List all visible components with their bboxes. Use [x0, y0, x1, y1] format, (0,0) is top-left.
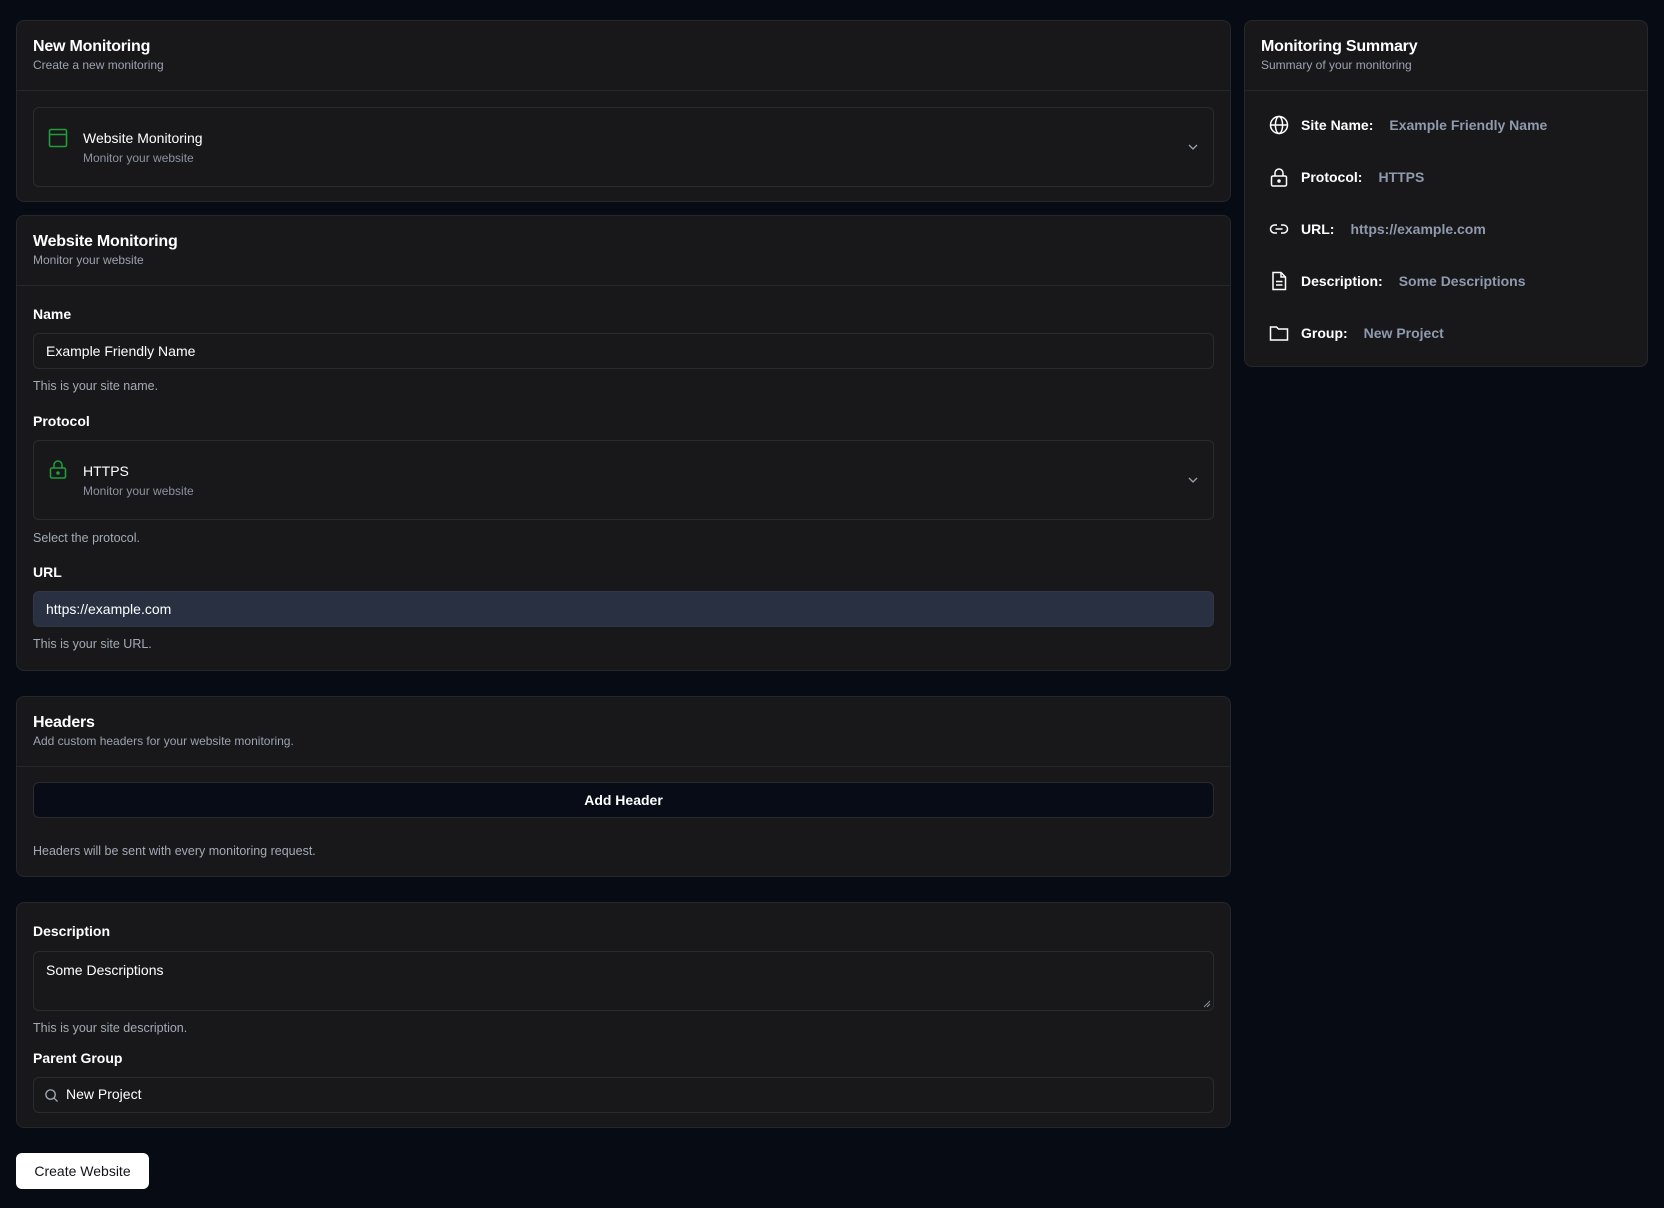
name-hint: This is your site name. [33, 379, 159, 393]
summary-header: Monitoring Summary Summary of your monit… [1245, 21, 1647, 91]
new-monitoring-title: New Monitoring [33, 38, 151, 55]
headers-header: Headers Add custom headers for your webs… [17, 697, 1230, 767]
parent-group-label: Parent Group [33, 1050, 123, 1066]
summary-subtitle: Summary of your monitoring [1261, 58, 1412, 72]
url-input[interactable]: https://example.com [33, 591, 1214, 627]
new-monitoring-header: New Monitoring Create a new monitoring [17, 21, 1230, 91]
website-monitoring-title: Website Monitoring [33, 233, 178, 250]
summary-value: Some Descriptions [1398, 273, 1526, 289]
summary-value: https://example.com [1350, 221, 1486, 237]
lock-icon [1270, 168, 1288, 187]
url-hint: This is your site URL. [33, 637, 152, 651]
protocol-selected-title: HTTPS [83, 463, 129, 479]
summary-title: Monitoring Summary [1261, 38, 1418, 55]
website-monitoring-subtitle: Monitor your website [33, 253, 144, 267]
monitoring-type-subtitle: Monitor your website [83, 151, 194, 165]
headers-card: Headers Add custom headers for your webs… [16, 696, 1231, 877]
monitoring-type-title: Website Monitoring [83, 130, 203, 146]
protocol-selected-subtitle: Monitor your website [83, 484, 194, 498]
details-card: Description Some Descriptions This is yo… [16, 902, 1231, 1128]
resize-handle-icon[interactable] [1203, 1000, 1211, 1008]
description-textarea[interactable]: Some Descriptions [33, 951, 1214, 1011]
lock-icon [49, 460, 67, 479]
link-icon [1269, 224, 1289, 234]
name-label: Name [33, 306, 72, 322]
chevron-down-icon [1188, 477, 1198, 483]
headers-subtitle: Add custom headers for your website moni… [33, 734, 294, 748]
summary-key: Description: [1301, 273, 1383, 289]
headers-title: Headers [33, 714, 95, 731]
search-icon [45, 1089, 59, 1103]
summary-row-group: Group: New Project [1269, 323, 1444, 343]
browser-window-icon [48, 128, 68, 148]
summary-value: HTTPS [1378, 169, 1425, 185]
name-input[interactable]: Example Friendly Name [33, 333, 1214, 369]
summary-row-site-name: Site Name: Example Friendly Name [1269, 115, 1547, 135]
folder-icon [1269, 326, 1289, 341]
summary-key: Group: [1301, 325, 1348, 341]
summary-key: Protocol: [1301, 169, 1363, 185]
summary-row-description: Description: Some Descriptions [1269, 271, 1526, 291]
url-label: URL [33, 564, 62, 580]
new-monitoring-card: New Monitoring Create a new monitoring W… [16, 20, 1231, 202]
summary-value: New Project [1363, 325, 1444, 341]
parent-group-value: New Project [66, 1086, 142, 1102]
summary-row-url: URL: https://example.com [1269, 219, 1486, 239]
new-monitoring-subtitle: Create a new monitoring [33, 58, 164, 72]
description-label: Description [33, 923, 111, 939]
description-text: Some Descriptions [46, 962, 164, 978]
globe-icon [1269, 115, 1289, 135]
headers-hint: Headers will be sent with every monitori… [33, 844, 316, 858]
add-header-button[interactable]: Add Header [33, 782, 1214, 818]
create-website-button[interactable]: Create Website [16, 1153, 149, 1189]
protocol-hint: Select the protocol. [33, 531, 141, 545]
website-monitoring-card: Website Monitoring Monitor your website … [16, 215, 1231, 671]
file-text-icon [1272, 271, 1287, 291]
website-monitoring-header: Website Monitoring Monitor your website [17, 216, 1230, 286]
protocol-label: Protocol [33, 413, 90, 429]
summary-row-protocol: Protocol: HTTPS [1269, 167, 1424, 187]
summary-value: Example Friendly Name [1389, 117, 1548, 133]
summary-key: Site Name: [1301, 117, 1374, 133]
parent-group-combobox[interactable]: New Project [33, 1077, 1214, 1113]
description-hint: This is your site description. [33, 1021, 188, 1035]
monitoring-type-select[interactable]: Website Monitoring Monitor your website [33, 107, 1214, 187]
chevron-down-icon [1188, 144, 1198, 150]
protocol-select[interactable]: HTTPS Monitor your website [33, 440, 1214, 520]
summary-key: URL: [1301, 221, 1335, 237]
monitoring-summary-card: Monitoring Summary Summary of your monit… [1244, 20, 1648, 367]
